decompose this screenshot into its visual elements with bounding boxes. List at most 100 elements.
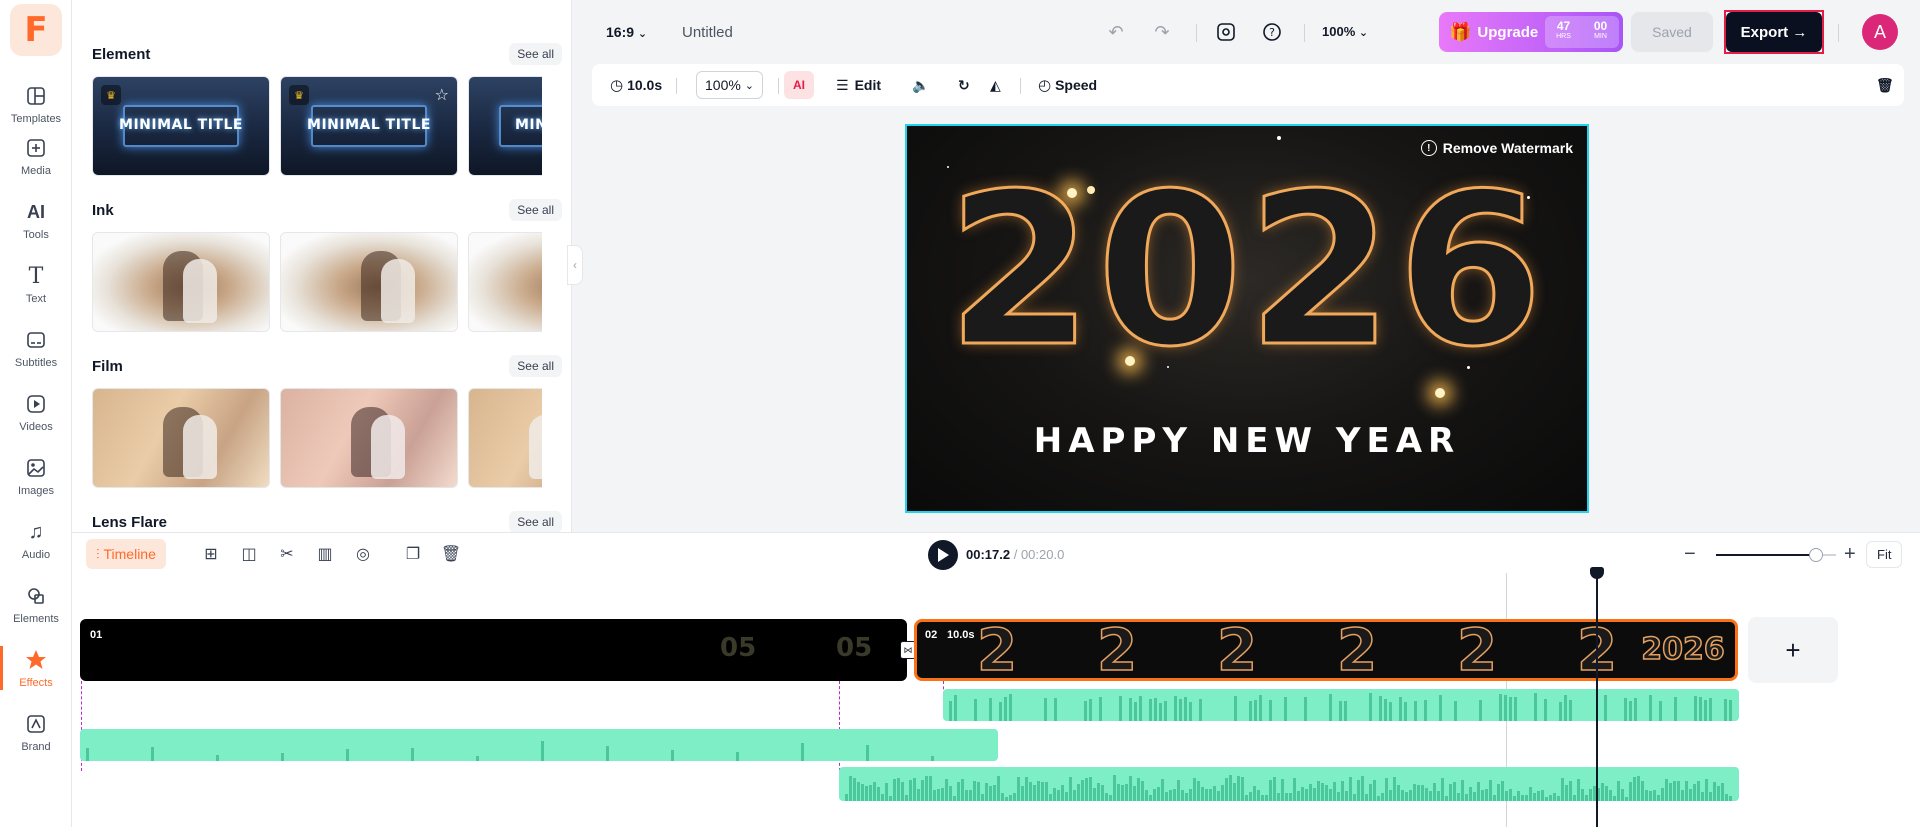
waveform-bar [1157, 787, 1160, 801]
upgrade-button[interactable]: 🎁 Upgrade 47 HRS 00 MIN [1439, 12, 1623, 52]
effects-panel: Element See all MINIMAL TITLE ♛ MINIMAL … [72, 0, 572, 532]
rail-item-elements[interactable]: Elements [0, 574, 72, 634]
effect-thumb[interactable]: MINIMAL TITLE ♛ ☆ [280, 76, 458, 176]
waveform-bar [1153, 789, 1156, 801]
export-button[interactable]: Export → [1726, 12, 1822, 52]
waveform-bar [86, 748, 89, 761]
aspect-ratio-dropdown[interactable]: 16:9 ⌄ [606, 24, 647, 40]
waveform-bar [953, 796, 956, 801]
effect-thumb[interactable] [92, 232, 270, 332]
rail-item-effects[interactable]: Effects [0, 638, 72, 698]
chevron-down-icon: ⌄ [637, 28, 648, 40]
effect-thumb[interactable] [280, 388, 458, 488]
waveform-bar [885, 783, 888, 801]
effect-thumb[interactable] [92, 388, 270, 488]
see-all-button[interactable]: See all [509, 355, 562, 377]
rail-item-images[interactable]: Images [0, 446, 72, 506]
waveform-bar [1433, 783, 1436, 801]
see-all-button[interactable]: See all [509, 43, 562, 65]
screen-record-icon[interactable] [1214, 20, 1238, 44]
effect-thumb[interactable] [468, 388, 542, 488]
audio-track-1[interactable] [943, 689, 1739, 721]
video-canvas[interactable]: 2026 HAPPY NEW YEAR ! Remove Watermark [905, 124, 1589, 513]
rail-item-subtitles[interactable]: Subtitles [0, 318, 72, 378]
edit-button[interactable]: ☰ Edit [836, 71, 881, 99]
waveform-bar [1217, 791, 1220, 801]
waveform-bar [949, 786, 952, 801]
waveform-bar [1205, 789, 1208, 801]
playhead[interactable] [1590, 567, 1604, 827]
trim-icon[interactable]: ▥ [314, 543, 336, 565]
help-icon[interactable]: ? [1260, 20, 1284, 44]
rail-item-media[interactable]: Media [0, 126, 72, 186]
waveform-bar [1333, 782, 1336, 801]
ai-tools-button[interactable]: AI [784, 71, 814, 99]
speed-button[interactable]: ◴ Speed [1038, 71, 1097, 99]
waveform-bar [1061, 785, 1064, 801]
delete-clip-icon[interactable]: 🗑 [1876, 71, 1894, 99]
split-icon[interactable]: ◫ [238, 543, 260, 565]
clip-duration-button[interactable]: ◷ 10.0s [610, 71, 662, 99]
timeline-tab[interactable]: ⫶ Timeline [86, 539, 166, 569]
see-all-button[interactable]: See all [509, 511, 562, 532]
app-logo[interactable]: F [10, 4, 62, 56]
zoom-in-icon[interactable]: + [1844, 543, 1856, 566]
undo-icon[interactable]: ↶ [1104, 20, 1128, 44]
clip-scale-dropdown[interactable]: 100% ⌄ [696, 71, 763, 99]
waveform-bar [1537, 791, 1540, 801]
divider [1020, 78, 1021, 94]
rail-item-templates[interactable]: Templates [0, 74, 72, 134]
play-button[interactable] [928, 540, 958, 570]
divider [676, 78, 677, 94]
fit-button[interactable]: Fit [1866, 541, 1903, 568]
zoom-track[interactable] [1716, 554, 1816, 556]
rail-item-text[interactable]: T Text [0, 254, 72, 314]
waveform-bar [1361, 776, 1364, 801]
waveform-bar [993, 785, 996, 801]
rotate-icon[interactable]: ↻ [958, 71, 970, 99]
project-title[interactable]: Untitled [682, 24, 733, 41]
waveform-bar [933, 790, 936, 801]
waveform-bar [1005, 797, 1008, 801]
waveform-bar [889, 796, 892, 801]
audio-track-3[interactable] [839, 767, 1739, 801]
zoom-out-icon[interactable]: − [1684, 543, 1696, 566]
watermark-label: Remove Watermark [1442, 140, 1573, 156]
rail-item-videos[interactable]: Videos [0, 382, 72, 442]
effect-thumb[interactable]: MINI [468, 76, 542, 176]
video-clip-01[interactable]: 01 05 05 [80, 619, 907, 681]
waveform-bar [1477, 782, 1480, 801]
delete-icon[interactable]: 🗑 [440, 543, 462, 565]
scissors-icon[interactable]: ✂ [276, 543, 298, 565]
waveform-bar [1025, 777, 1028, 801]
rail-item-audio[interactable]: ♫ Audio [0, 510, 72, 570]
collapse-panel-button[interactable]: ‹ [567, 245, 583, 285]
favorite-star-icon[interactable]: ☆ [435, 85, 449, 105]
add-track-icon[interactable]: ⊞ [200, 543, 222, 565]
waveform-bar [1369, 784, 1372, 801]
waveform-bar [1339, 701, 1342, 721]
flip-icon[interactable]: ◭ [990, 71, 1001, 99]
rail-item-brand[interactable]: Brand [0, 702, 72, 762]
remove-watermark-button[interactable]: ! Remove Watermark [1420, 140, 1573, 156]
duplicate-icon[interactable]: ❐ [402, 543, 424, 565]
waveform-bar [1713, 782, 1716, 801]
redo-icon[interactable]: ↷ [1150, 20, 1174, 44]
rail-item-tools[interactable]: AI Tools [0, 190, 72, 250]
voiceover-icon[interactable]: ◎ [352, 543, 374, 565]
effect-thumb[interactable] [280, 232, 458, 332]
canvas-zoom-dropdown[interactable]: 100% ⌄ [1322, 24, 1368, 39]
timeline-panel: ⫶ Timeline ⊞ ◫ ✂ ▥ ◎ ❐ 🗑 00:17.2 / 00:20.… [72, 532, 1920, 827]
waveform-bar [1353, 794, 1356, 801]
year-headline: 2026 [945, 148, 1548, 393]
audio-track-2[interactable] [80, 729, 998, 761]
user-avatar[interactable]: A [1862, 14, 1898, 50]
zoom-slider-handle[interactable] [1809, 548, 1823, 562]
effect-thumb[interactable]: MINIMAL TITLE ♛ [92, 76, 270, 176]
video-clip-02-selected[interactable]: 02 10.0s 2 2 2 2 2 2 2026 [914, 619, 1738, 681]
waveform-bar [1099, 697, 1102, 721]
see-all-button[interactable]: See all [509, 199, 562, 221]
add-clip-button[interactable]: + [1748, 617, 1838, 683]
effect-thumb[interactable] [468, 232, 542, 332]
volume-icon[interactable]: 🔈 [912, 71, 929, 99]
